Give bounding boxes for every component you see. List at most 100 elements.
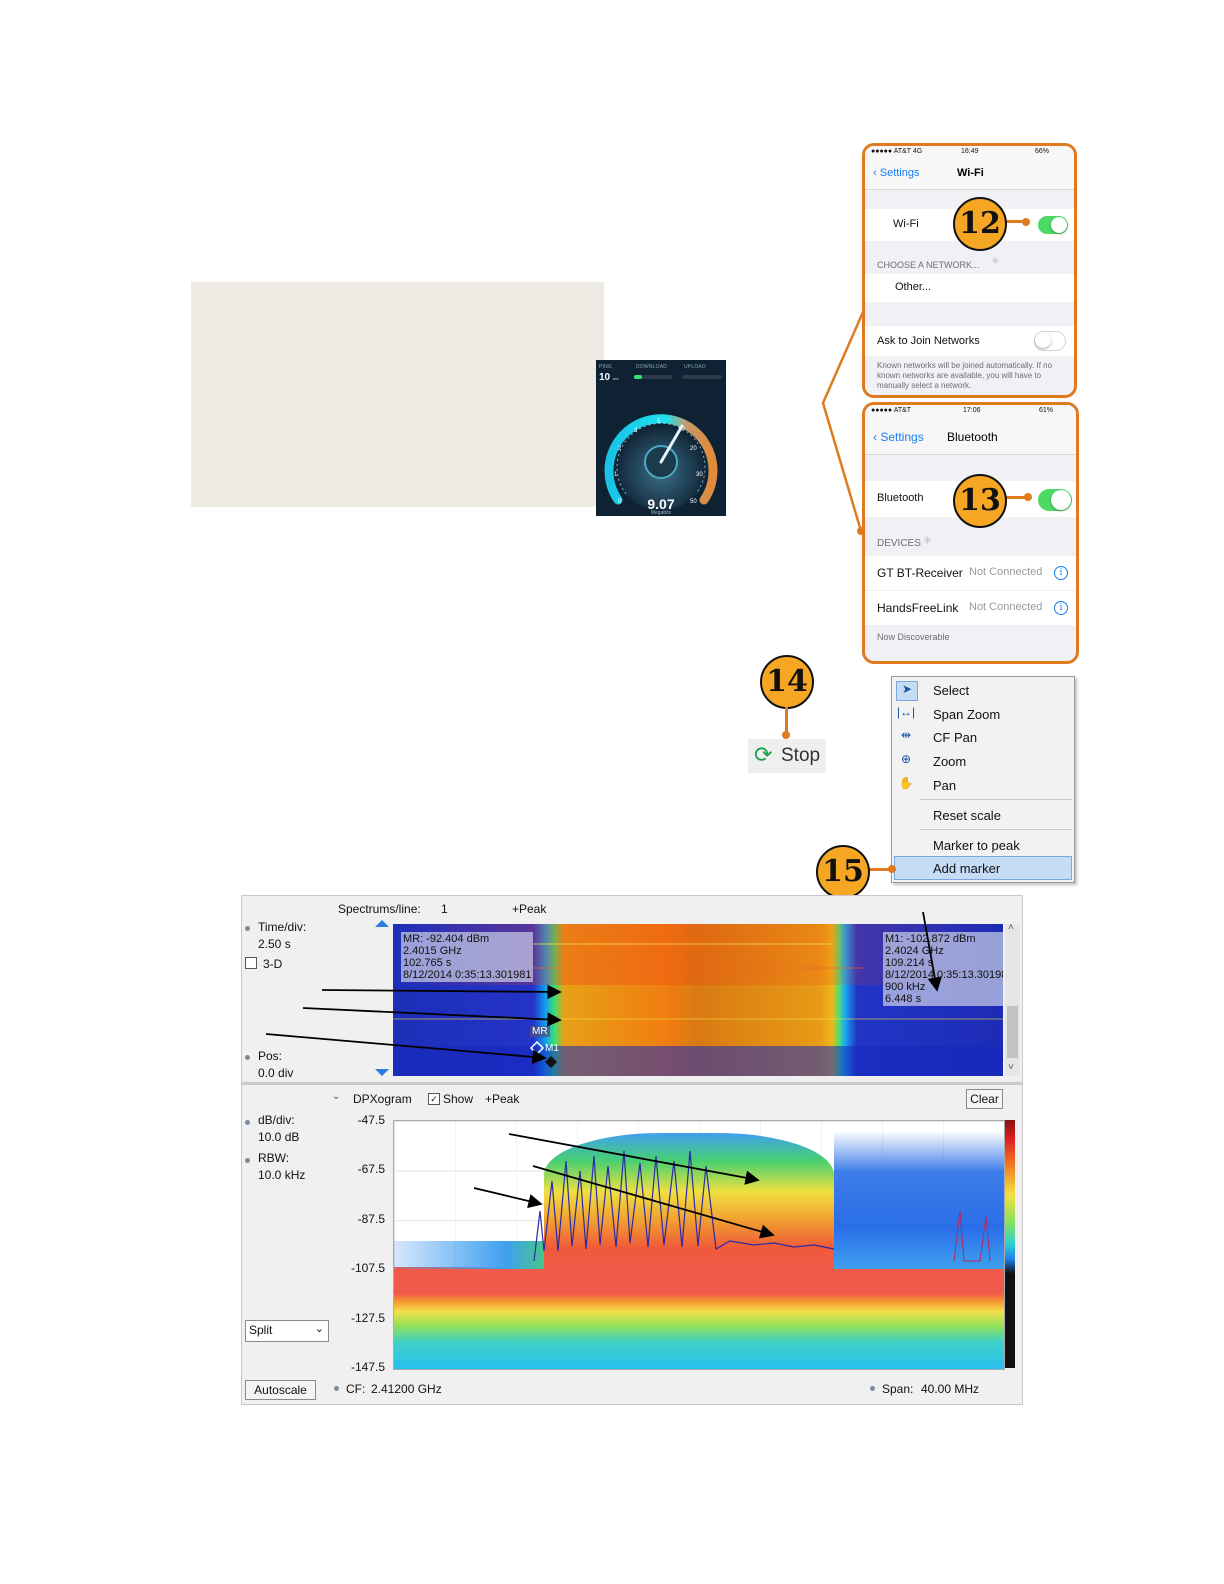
three-d-checkbox[interactable]	[245, 957, 257, 969]
battery-text: 66%	[1035, 148, 1050, 155]
dpx-spectrum-plot[interactable]	[393, 1120, 1005, 1370]
clear-button[interactable]: Clear	[966, 1089, 1003, 1109]
chevron-down-icon[interactable]: ˅	[1008, 1062, 1014, 1073]
spectrums-per-line-label: Spectrums/line:	[338, 902, 421, 916]
device-row[interactable]: GT BT-Receiver Not Connected i	[865, 556, 1076, 590]
wifi-toggle[interactable]	[1038, 216, 1068, 234]
menu-item-reset-scale[interactable]: Reset scale	[892, 804, 1074, 826]
marker-mr-icon[interactable]	[529, 1040, 545, 1056]
dial-label-30: 30	[696, 472, 703, 478]
marker-m1-label: M1	[545, 1043, 559, 1054]
show-label: Show	[443, 1092, 474, 1106]
wifi-settings-screen: ●●●●● AT&T 4G 16:49 66% ‹ Settings Wi-Fi…	[862, 143, 1077, 398]
pane-splitter[interactable]	[242, 1082, 1022, 1085]
peak-label: +Peak	[512, 902, 547, 916]
info-icon[interactable]: i	[1054, 601, 1068, 615]
show-checkbox[interactable]: ✓	[428, 1093, 440, 1105]
menu-item-cf-pan[interactable]: ⇹ CF Pan	[892, 726, 1074, 748]
pos-value[interactable]: 0.0 div	[258, 1066, 293, 1080]
vertical-scrollbar[interactable]: ˄ ˅	[1005, 922, 1020, 1076]
menu-item-pan[interactable]: ✋ Pan	[892, 774, 1074, 796]
y-tick-label: -87.5	[357, 1212, 385, 1226]
spectrum-analyzer-window: Spectrums/line: 1 +Peak Time/div: 2.50 s…	[241, 895, 1023, 1405]
bluetooth-row-label: Bluetooth	[877, 492, 924, 504]
ask-to-join-row: Ask to Join Networks	[865, 326, 1074, 356]
spectrums-per-line-value[interactable]: 1	[441, 902, 448, 916]
clock-text: 16:49	[961, 148, 979, 155]
other-network-label: Other...	[895, 281, 932, 293]
menu-item-marker-to-peak[interactable]: Marker to peak	[892, 834, 1074, 856]
display-mode-select[interactable]: Split ⌄	[245, 1320, 329, 1342]
callout-badge-12: 12	[953, 197, 1007, 251]
section-header: CHOOSE A NETWORK...	[877, 260, 980, 270]
db-div-value[interactable]: 10.0 dB	[258, 1130, 299, 1144]
cf-value[interactable]: 2.41200 GHz	[371, 1382, 442, 1396]
peak2-label: +Peak	[485, 1092, 520, 1106]
rbw-label: RBW:	[258, 1151, 290, 1165]
callout-dot-13	[1024, 493, 1032, 501]
menu-item-zoom[interactable]: ⊕ Zoom	[892, 750, 1074, 772]
adjust-dot-icon	[245, 1158, 250, 1163]
back-button[interactable]: ‹ Settings	[873, 430, 924, 444]
time-div-label: Time/div:	[258, 920, 307, 934]
device-row[interactable]: HandsFreeLink Not Connected i	[865, 591, 1076, 625]
ask-to-join-label: Ask to Join Networks	[877, 335, 980, 347]
color-scale-bar	[1005, 1120, 1015, 1368]
context-menu: ➤ Select |↔| Span Zoom ⇹ CF Pan ⊕ Zoom ✋…	[891, 676, 1075, 883]
span-zoom-icon: |↔|	[896, 705, 916, 719]
wifi-row-label: Wi-Fi	[893, 218, 919, 230]
pos-label: Pos:	[258, 1049, 283, 1063]
cf-pan-icon: ⇹	[900, 728, 912, 742]
m1-readout: M1: -102.872 dBm 2.4024 GHz 109.214 s 8/…	[883, 932, 1003, 1006]
collapse-chevron-icon[interactable]: ⌄	[332, 1091, 340, 1102]
callout-badge-13: 13	[953, 474, 1007, 528]
stop-label: Stop	[781, 745, 821, 766]
adjust-dot-icon	[870, 1386, 875, 1391]
chevron-left-icon: ‹	[873, 167, 880, 179]
info-icon[interactable]: i	[1054, 566, 1068, 580]
speedtest-gauge: PING DOWNLOAD UPLOAD 10 ms 0 1 2 3 5 10	[596, 360, 726, 516]
back-button[interactable]: ‹ Settings	[873, 167, 919, 179]
marker-mr-label: MR	[530, 1026, 550, 1037]
rbw-value[interactable]: 10.0 kHz	[258, 1168, 305, 1182]
y-tick-label: -47.5	[357, 1113, 385, 1127]
speed-unit: Megabits	[650, 510, 672, 516]
dpxogram-label: DPXogram	[353, 1092, 412, 1106]
stop-button[interactable]: ⟳ Stop	[748, 739, 826, 773]
callout-line-14	[785, 707, 788, 733]
menu-divider	[920, 799, 1072, 800]
autoscale-button[interactable]: Autoscale	[245, 1380, 316, 1400]
spinner-icon: ✳	[923, 535, 933, 547]
mr-readout: MR: -92.404 dBm 2.4015 GHz 102.765 s 8/1…	[401, 932, 534, 982]
menu-item-add-marker[interactable]: Add marker	[894, 856, 1072, 880]
span-value[interactable]: 40.00 MHz	[921, 1382, 979, 1396]
device-name: GT BT-Receiver	[877, 566, 963, 580]
clock-text: 17:06	[963, 407, 981, 414]
spectrogram-display[interactable]: MR M1 MR: -92.404 dBm 2.4015 GHz 102.765…	[393, 924, 1003, 1076]
spinner-icon: ✳	[991, 256, 1000, 267]
callout-badge-14: 14	[760, 655, 814, 709]
page-title: Bluetooth	[947, 430, 998, 444]
status-bar: ●●●●● AT&T 17:06 61%	[865, 405, 1076, 418]
chevron-up-icon[interactable]: ˄	[1008, 922, 1014, 933]
marker-m1-icon[interactable]	[545, 1056, 557, 1068]
time-div-value[interactable]: 2.50 s	[258, 937, 291, 951]
dial-label-10: 10	[678, 427, 685, 433]
menu-item-select[interactable]: ➤ Select	[892, 679, 1074, 701]
hand-icon: ✋	[898, 776, 914, 790]
adjust-dot-icon	[245, 1055, 250, 1060]
other-network-row[interactable]: Other...	[865, 274, 1074, 302]
chevron-down-icon: ⌄	[314, 1323, 324, 1335]
menu-divider	[920, 829, 1072, 830]
adjust-dot-icon	[245, 1120, 250, 1125]
blank-panel	[191, 282, 604, 507]
cursor-icon: ➤	[896, 681, 918, 701]
section-header: DEVICES	[877, 538, 921, 549]
bluetooth-toggle[interactable]	[1038, 489, 1072, 511]
scroll-up-arrow-icon[interactable]	[375, 920, 389, 927]
menu-item-span-zoom[interactable]: |↔| Span Zoom	[892, 703, 1074, 725]
trace-overlay	[533, 1150, 991, 1262]
device-name: HandsFreeLink	[877, 601, 959, 615]
scroll-down-arrow-icon[interactable]	[375, 1069, 389, 1076]
ask-to-join-toggle[interactable]	[1034, 331, 1066, 351]
